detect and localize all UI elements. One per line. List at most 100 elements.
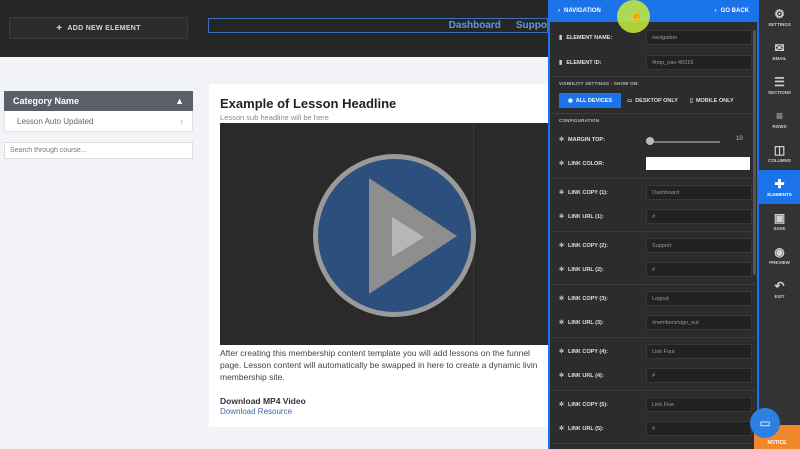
rows-icon: ≡ bbox=[775, 108, 783, 123]
link-copy-label: LINK COPY (1): bbox=[568, 189, 608, 196]
lesson-list-item[interactable]: Lesson Auto Updated › bbox=[4, 111, 193, 132]
panel-scrollbar[interactable] bbox=[753, 30, 756, 275]
category-name: Category Name bbox=[13, 96, 80, 106]
gear-icon: ✲ bbox=[559, 190, 565, 196]
rail-elements-button[interactable]: ✚ ELEMENTS bbox=[759, 170, 800, 204]
link-copy-row: ✲ LINK COPY (1): Dashboard bbox=[550, 182, 757, 203]
link-copy-label: LINK COPY (4): bbox=[568, 348, 608, 355]
margin-top-value: 10 bbox=[736, 136, 743, 142]
rail-label: EMAIL bbox=[772, 55, 787, 61]
envelope-icon: ✉ bbox=[774, 40, 785, 55]
link-copy-input[interactable]: Link Five bbox=[646, 397, 752, 412]
element-settings-panel: › NAVIGATION ‹ GO BACK ▮ ELEMENT NAME: na… bbox=[548, 0, 759, 449]
mobile-only-label: MOBILE ONLY bbox=[695, 97, 734, 104]
rail-label: ELEMENTS bbox=[767, 191, 792, 197]
link-copy-input[interactable]: Support bbox=[646, 238, 752, 253]
course-search-input[interactable] bbox=[4, 142, 193, 159]
link-color-label: LINK COLOR: bbox=[568, 160, 605, 167]
link-copy-input[interactable]: Link Four bbox=[646, 344, 752, 359]
caret-up-icon: ▲ bbox=[175, 96, 184, 106]
visibility-toggle-group: ◉ ALL DEVICES ▭ DESKTOP ONLY ▯ MOBILE ON… bbox=[559, 93, 740, 108]
link-copy-label: LINK COPY (3): bbox=[568, 295, 608, 302]
rail-label: SETTINGS bbox=[768, 21, 791, 27]
element-id-label: ELEMENT ID: bbox=[566, 59, 602, 66]
panel-title: NAVIGATION bbox=[564, 8, 601, 14]
element-name-row: ▮ ELEMENT NAME: navigation bbox=[550, 27, 757, 48]
link-url-input[interactable]: # bbox=[646, 421, 752, 436]
all-devices-button[interactable]: ◉ ALL DEVICES bbox=[559, 93, 621, 108]
link-color-swatch[interactable] bbox=[646, 157, 750, 170]
link-url-label: LINK URL (5): bbox=[568, 425, 604, 432]
gear-icon: ✲ bbox=[559, 349, 565, 355]
link-url-input[interactable]: # bbox=[646, 368, 752, 383]
gear-icon: ✲ bbox=[559, 161, 565, 167]
link-url-input[interactable]: /members/sign_out bbox=[646, 315, 752, 330]
divider bbox=[550, 178, 757, 179]
all-devices-label: ALL DEVICES bbox=[575, 97, 613, 104]
mobile-only-button[interactable]: ▯ MOBILE ONLY bbox=[684, 93, 740, 108]
element-name-label: ELEMENT NAME: bbox=[566, 34, 613, 41]
divider bbox=[550, 390, 757, 391]
link-url-input[interactable]: # bbox=[646, 209, 752, 224]
link-url-row: ✲ LINK URL (5): # bbox=[550, 418, 757, 439]
divider bbox=[550, 443, 757, 444]
gear-icon: ⚙ bbox=[774, 6, 785, 21]
chevron-right-icon: › bbox=[180, 116, 183, 126]
gear-icon: ✲ bbox=[559, 320, 565, 326]
navigation-element-preview[interactable]: Dashboard Suppo bbox=[208, 18, 548, 33]
lesson-body-text: After creating this membership content t… bbox=[220, 348, 538, 382]
link-copy-row: ✲ LINK COPY (3): Logout bbox=[550, 288, 757, 309]
add-new-element-label: ADD NEW ELEMENT bbox=[67, 24, 141, 32]
nav-link-dashboard[interactable]: Dashboard bbox=[449, 20, 501, 31]
nav-link-support[interactable]: Suppo bbox=[516, 20, 547, 31]
rail-save-button[interactable]: ▣ SAVE bbox=[759, 204, 800, 238]
element-name-input[interactable]: navigation bbox=[646, 30, 752, 45]
gear-icon: ✲ bbox=[559, 267, 565, 273]
link-url-row: ✲ LINK URL (4): # bbox=[550, 365, 757, 386]
go-back-label: GO BACK bbox=[720, 8, 749, 14]
gear-icon: ✲ bbox=[559, 214, 565, 220]
gear-icon: ✲ bbox=[559, 243, 565, 249]
margin-top-slider-handle[interactable] bbox=[646, 137, 654, 145]
desktop-icon: ▭ bbox=[627, 97, 633, 104]
gear-icon: ✲ bbox=[559, 296, 565, 302]
rail-rows-button[interactable]: ≡ ROWS bbox=[759, 102, 800, 136]
rail-label: PREVIEW bbox=[769, 259, 790, 265]
lesson-card: Example of Lesson Headline Lesson sub he… bbox=[209, 84, 550, 427]
rail-email-button[interactable]: ✉ EMAIL bbox=[759, 34, 800, 68]
desktop-only-button[interactable]: ▭ DESKTOP ONLY bbox=[621, 93, 684, 108]
element-id-row: ▮ ELEMENT ID: #tmp_nav-40316 bbox=[550, 52, 757, 73]
margin-top-slider-track[interactable] bbox=[646, 141, 720, 143]
margin-top-label: MARGIN TOP: bbox=[568, 136, 605, 143]
category-header[interactable]: Category Name ▲ bbox=[4, 91, 193, 111]
link-copy-row: ✲ LINK COPY (2): Support bbox=[550, 235, 757, 256]
chevron-right-icon: › bbox=[558, 8, 560, 14]
link-copy-label: LINK COPY (5): bbox=[568, 401, 608, 408]
link-copy-row: ✲ LINK COPY (5): Link Five bbox=[550, 394, 757, 415]
rail-label: ROWS bbox=[772, 123, 787, 129]
element-id-input[interactable]: #tmp_nav-40316 bbox=[646, 55, 752, 70]
mouse-pointer-icon: ☝ bbox=[630, 11, 643, 22]
chat-icon[interactable]: ▭ bbox=[750, 408, 780, 438]
divider bbox=[550, 284, 757, 285]
divider bbox=[550, 231, 757, 232]
rail-exit-button[interactable]: ↶ EXIT bbox=[759, 272, 800, 306]
divider bbox=[550, 337, 757, 338]
save-icon: ▣ bbox=[773, 210, 786, 225]
rail-label: COLUMNS bbox=[768, 157, 791, 163]
link-copy-input[interactable]: Logout bbox=[646, 291, 752, 306]
rail-preview-button[interactable]: ◉ PREVIEW bbox=[759, 238, 800, 272]
link-copy-input[interactable]: Dashboard bbox=[646, 185, 752, 200]
divider bbox=[550, 113, 757, 114]
rail-sections-button[interactable]: ☰ SECTIONS bbox=[759, 68, 800, 102]
editor-tool-rail: ⚙ SETTINGS ✉ EMAIL ☰ SECTIONS ≡ ROWS ◫ COLUMNS ✚ EL… bbox=[759, 0, 800, 449]
download-resource-link[interactable]: Download Resource bbox=[220, 407, 292, 416]
video-player[interactable] bbox=[220, 123, 550, 345]
rail-columns-button[interactable]: ◫ COLUMNS bbox=[759, 136, 800, 170]
play-icon-inner bbox=[392, 217, 424, 257]
chevron-left-icon: ‹ bbox=[714, 8, 717, 14]
add-new-element-button[interactable]: + ADD NEW ELEMENT bbox=[9, 17, 188, 39]
link-url-input[interactable]: # bbox=[646, 262, 752, 277]
go-back-button[interactable]: ‹ GO BACK bbox=[715, 8, 749, 14]
rail-settings-button[interactable]: ⚙ SETTINGS bbox=[759, 0, 800, 34]
